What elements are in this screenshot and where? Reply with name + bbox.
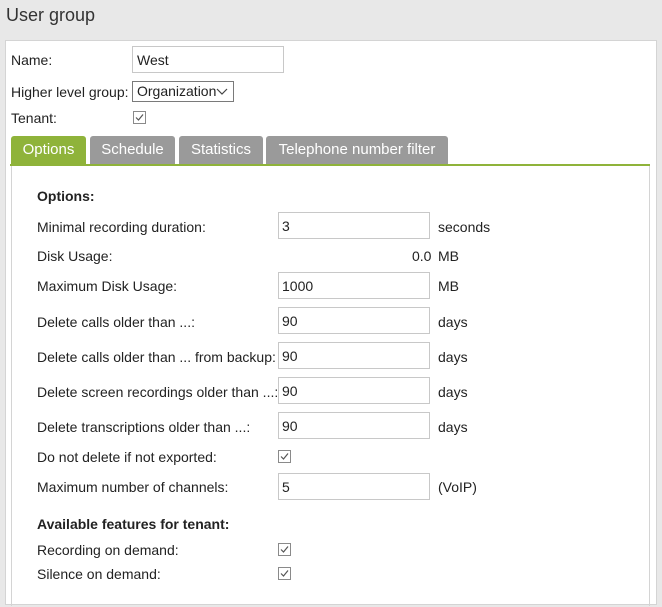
do-not-delete-label: Do not delete if not exported: — [37, 449, 217, 465]
tenant-label: Tenant: — [11, 110, 57, 126]
check-icon — [135, 114, 144, 121]
delete-screen-unit: days — [438, 384, 468, 400]
user-group-panel: Name: Higher level group: Organization T… — [5, 40, 657, 606]
min-duration-unit: seconds — [438, 219, 491, 235]
page-title: User group — [6, 5, 96, 25]
higher-group-select[interactable]: Organization — [132, 81, 234, 102]
options-content: Options: Minimal recording duration: sec… — [11, 166, 650, 606]
options-section-title: Options: — [37, 188, 95, 204]
higher-group-value: Organization — [137, 83, 217, 99]
tab-telephone-number-filter[interactable]: Telephone number filter — [266, 136, 448, 164]
max-disk-label: Maximum Disk Usage: — [37, 278, 178, 294]
do-not-delete-checkbox[interactable] — [278, 450, 291, 463]
delete-transcriptions-label: Delete transcriptions older than ...: — [37, 419, 251, 435]
recording-on-demand-checkbox[interactable] — [278, 543, 291, 556]
delete-calls-input[interactable] — [278, 307, 430, 334]
max-channels-input[interactable] — [278, 473, 430, 500]
silence-on-demand-label: Silence on demand: — [37, 566, 161, 582]
max-disk-input[interactable] — [278, 272, 430, 299]
delete-calls-backup-label: Delete calls older than ... from backup: — [37, 349, 276, 365]
min-duration-label: Minimal recording duration: — [37, 219, 206, 235]
min-duration-input[interactable] — [278, 212, 430, 239]
name-input[interactable] — [132, 46, 284, 73]
max-channels-unit: (VoIP) — [438, 479, 477, 495]
chevron-down-icon — [216, 88, 228, 95]
disk-usage-value: 0.0 — [412, 248, 432, 264]
tab-schedule[interactable]: Schedule — [90, 136, 175, 164]
delete-calls-backup-input[interactable] — [278, 342, 430, 369]
disk-usage-label: Disk Usage: — [37, 248, 113, 264]
check-icon — [280, 570, 289, 577]
higher-group-label: Higher level group: — [11, 84, 129, 100]
delete-screen-input[interactable] — [278, 377, 430, 404]
delete-calls-unit: days — [438, 314, 468, 330]
silence-on-demand-checkbox[interactable] — [278, 567, 291, 580]
check-icon — [280, 546, 289, 553]
name-label: Name: — [11, 52, 53, 68]
tab-options[interactable]: Options — [11, 136, 86, 164]
delete-transcriptions-unit: days — [438, 419, 468, 435]
delete-screen-label: Delete screen recordings older than ...: — [37, 384, 279, 400]
check-icon — [280, 453, 289, 460]
delete-transcriptions-input[interactable] — [278, 412, 430, 439]
delete-calls-label: Delete calls older than ...: — [37, 314, 195, 330]
max-channels-label: Maximum number of channels: — [37, 479, 229, 495]
features-section-title: Available features for tenant: — [37, 516, 230, 532]
disk-usage-unit: MB — [438, 248, 459, 264]
max-disk-unit: MB — [438, 278, 459, 294]
tab-statistics[interactable]: Statistics — [179, 136, 263, 164]
delete-calls-backup-unit: days — [438, 349, 468, 365]
recording-on-demand-label: Recording on demand: — [37, 542, 179, 558]
tenant-checkbox[interactable] — [133, 111, 146, 124]
